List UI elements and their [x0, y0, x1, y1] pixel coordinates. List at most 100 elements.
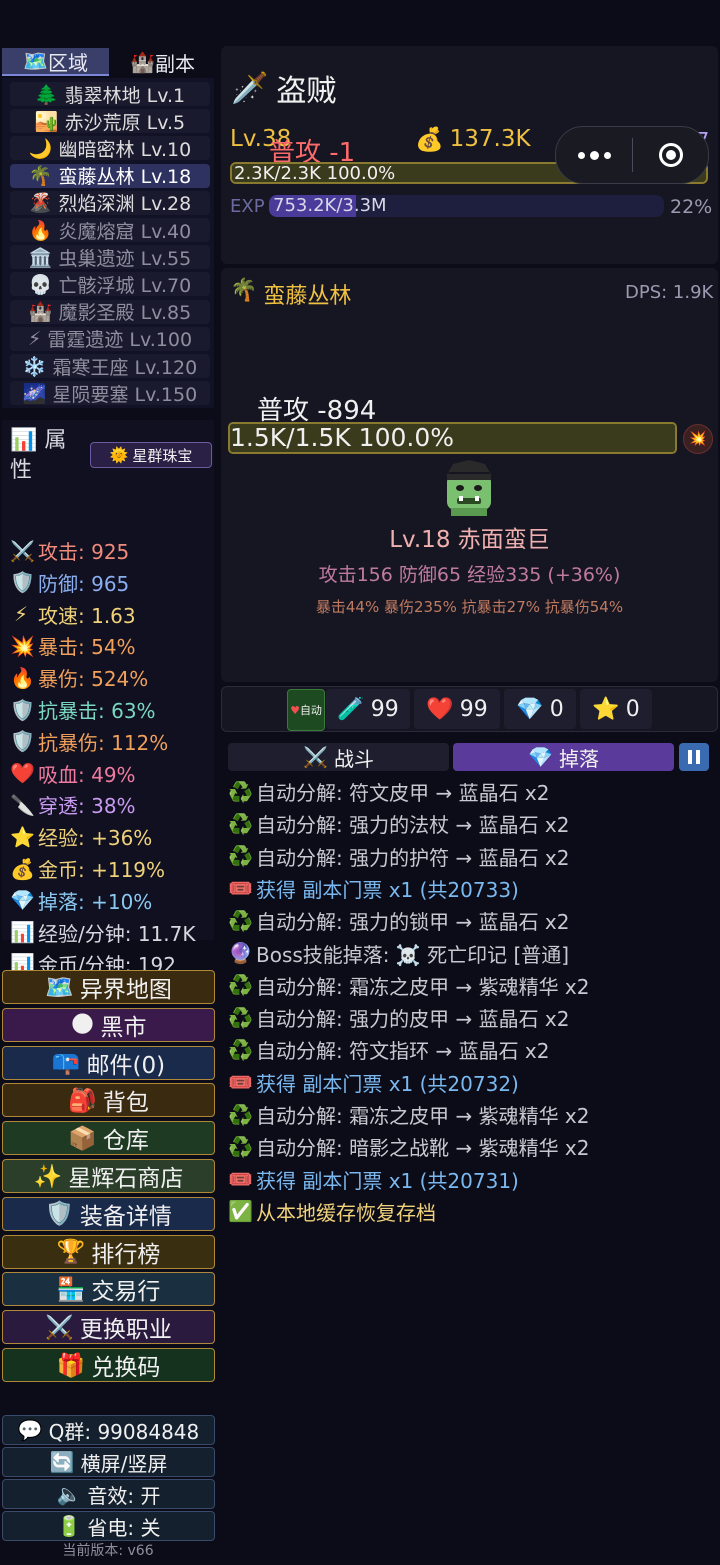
more-menu-button[interactable] [556, 150, 632, 160]
target-icon [658, 143, 683, 167]
auto-label: 自动 [299, 704, 322, 717]
menu-button[interactable]: 🎒 背包 [2, 1083, 215, 1118]
log-icon: ♻️ [228, 1134, 253, 1159]
menu-label: 星辉石商店 [68, 1166, 184, 1192]
utility-button[interactable]: 🔈 音效: 开 [2, 1479, 215, 1509]
tab-dungeon[interactable]: 🏰 副本 [109, 48, 216, 76]
log-entry: ♻️ 自动分解: 暗影之战靴 → 紫魂精华 x2 [228, 1132, 590, 1161]
log-icon: 🎟️ [228, 1167, 253, 1192]
tab-battle-log[interactable]: ⚔️ 战斗 [228, 743, 449, 771]
battle-zone: 🌴 蛮藤丛林 [230, 278, 351, 310]
menu-button[interactable]: 🗺️ 异界地图 [2, 970, 215, 1004]
area-item[interactable]: ⚡ 雷霆遗迹 Lv.100 [10, 326, 210, 351]
stat-icon: 💎 [10, 888, 35, 913]
area-item[interactable]: 🔥 炎魔熔窟 Lv.40 [10, 218, 210, 243]
enemy-hp-text: 1.5K/1.5K 100.0% [230, 423, 454, 452]
menu-icon: ✨ [33, 1163, 63, 1190]
utility-button[interactable]: 🔄 横屏/竖屏 [2, 1447, 215, 1477]
utility-button[interactable]: 🔋 省电: 关 [2, 1511, 215, 1541]
area-item[interactable]: 💀 亡骸浮城 Lv.70 [10, 272, 210, 297]
log-text: 从本地缓存恢复存档 [256, 1200, 436, 1225]
menu-button[interactable]: ✨ 星辉石商店 [2, 1159, 215, 1193]
menu-icon: 🎒 [68, 1087, 97, 1114]
menu-label: 邮件(0) [86, 1052, 166, 1079]
money-bag-icon: 💰 [415, 127, 444, 153]
stat-label: 攻击: 925 [38, 540, 130, 564]
swords-icon: ⚔️ [303, 745, 328, 769]
area-item[interactable]: 🏜️ 赤沙荒原 Lv.5 [10, 109, 210, 134]
pause-button[interactable] [679, 743, 709, 771]
potion-slot[interactable]: ❤️ 99 [414, 689, 500, 729]
menu-icon: 🛡️ [45, 1201, 74, 1228]
menu-button[interactable]: 🏪 交易行 [2, 1272, 215, 1307]
star-gem-button[interactable]: 🌞 星群珠宝 [90, 442, 212, 468]
utility-icon: 🔈 [56, 1482, 82, 1506]
area-item[interactable]: 🏛️ 虫巢遗迹 Lv.55 [10, 245, 210, 270]
attributes-panel: 📊 属性 🌞 星群珠宝 ⚔️ 攻击: 925 🛡️ 防御: 965 ⚡ 攻速: 1.63 💥… [2, 420, 214, 977]
area-item[interactable]: 🌌 星陨要塞 Lv.150 [10, 381, 210, 406]
area-item[interactable]: ❄️ 霜寒王座 Lv.120 [10, 354, 210, 379]
area-icon: 🌴 [28, 165, 53, 188]
area-item[interactable]: 🌙 幽暗密林 Lv.10 [10, 136, 210, 161]
area-label: 魔影圣殿 Lv.85 [58, 302, 192, 325]
menu-label: 异界地图 [79, 977, 172, 1003]
stat-icon: 🛡️ [10, 729, 35, 754]
potion-bar: ♥ 自动 🧪 99 ❤️ 99 💎 0 ⭐ 0 [221, 686, 718, 732]
stat-icon: ⭐ [10, 824, 35, 849]
menu-icon: 🏆 [56, 1239, 86, 1266]
tab-drop-log[interactable]: 💎 掉落 [453, 743, 674, 771]
menu-button[interactable]: 📪 邮件(0) [2, 1045, 215, 1080]
area-item[interactable]: 🌋 烈焰深渊 Lv.28 [10, 190, 210, 215]
dot-icon [589, 150, 599, 160]
auto-potion-toggle[interactable]: ♥ 自动 [287, 689, 325, 731]
utility-label: 省电: 关 [87, 1515, 161, 1540]
area-item[interactable]: 🏰 魔影圣殿 Lv.85 [10, 299, 210, 325]
enemy-name: Lv.18 赤面蛮巨 [389, 527, 550, 553]
stat-label: 经验: +36% [38, 826, 153, 851]
log-icon: ♻️ [228, 1037, 253, 1062]
area-label: 炎魔熔窟 Lv.40 [58, 220, 192, 243]
player-class: 🗡️ 盗贼 [231, 66, 336, 110]
log-entry: ♻️ 自动分解: 霜冻之皮甲 → 紫魂精华 x2 [228, 971, 590, 1000]
left-sidebar: 🗺️ 区域 🏰 副本 🌲 翡翠林地 Lv.1 🏜️ 赤沙荒原 Lv.5 🌙 幽暗密林… [0, 44, 216, 1565]
potion-slot[interactable]: 💎 0 [504, 689, 576, 729]
class-name: 盗贼 [276, 74, 337, 109]
tab-area[interactable]: 🗺️ 区域 [2, 48, 109, 76]
exp-label: EXP [230, 196, 265, 217]
area-label: 星陨要塞 Lv.150 [52, 383, 198, 406]
attributes-heading: 📊 属性 [10, 426, 70, 486]
area-item[interactable]: 🌲 翡翠林地 Lv.1 [10, 82, 210, 107]
potion-slot[interactable]: ⭐ 0 [580, 689, 652, 729]
area-icon: 🌲 [34, 83, 59, 106]
potion-icon: ❤️ [426, 696, 454, 722]
menu-button[interactable]: 🛡️ 装备详情 [2, 1196, 215, 1231]
stat-row: ❤️ 吸血: 49% [10, 759, 136, 788]
menu-label: 背包 [102, 1090, 149, 1117]
stat-label: 穿透: 38% [38, 794, 136, 819]
log-entry: ♻️ 自动分解: 强力的锁甲 → 蓝晶石 x2 [228, 906, 570, 935]
stat-label: 抗暴击: 63% [38, 699, 156, 723]
potion-slot[interactable]: 🧪 99 [326, 689, 410, 729]
menu-button[interactable]: 🎁 兑换码 [2, 1348, 215, 1382]
map-icon: 🗺️ [23, 49, 48, 73]
gem-icon: 💎 [528, 745, 553, 769]
close-miniapp-button[interactable] [633, 143, 708, 167]
utility-button[interactable]: 💬 Q群: 99084848 [2, 1415, 215, 1445]
stat-row: ⚡ 攻速: 1.63 [10, 600, 136, 629]
menu-button[interactable]: 🌑 黑市 [2, 1007, 215, 1042]
stat-label: 经验/分钟: 11.7K [38, 921, 196, 946]
menu-label: 仓库 [102, 1128, 149, 1155]
area-item[interactable]: 🌴 蛮藤丛林 Lv.18 [10, 163, 210, 188]
menu-label: 装备详情 [79, 1203, 172, 1230]
log-icon: ♻️ [228, 779, 253, 804]
skill-burst-icon[interactable]: 💥 [683, 424, 713, 454]
menu-button[interactable]: 🏆 排行榜 [2, 1234, 215, 1269]
menu-button[interactable]: 📦 仓库 [2, 1121, 215, 1156]
stat-label: 攻速: 1.63 [38, 603, 136, 628]
log-icon: 🎟️ [228, 1070, 253, 1095]
player-gold: 💰 137.3K [415, 126, 531, 153]
area-icon: ❄️ [22, 355, 47, 378]
menu-icon: 🎁 [56, 1352, 86, 1379]
menu-button[interactable]: ⚔️ 更换职业 [2, 1310, 215, 1345]
log-text: 自动分解: 强力的护符 → 蓝晶石 x2 [256, 845, 570, 870]
